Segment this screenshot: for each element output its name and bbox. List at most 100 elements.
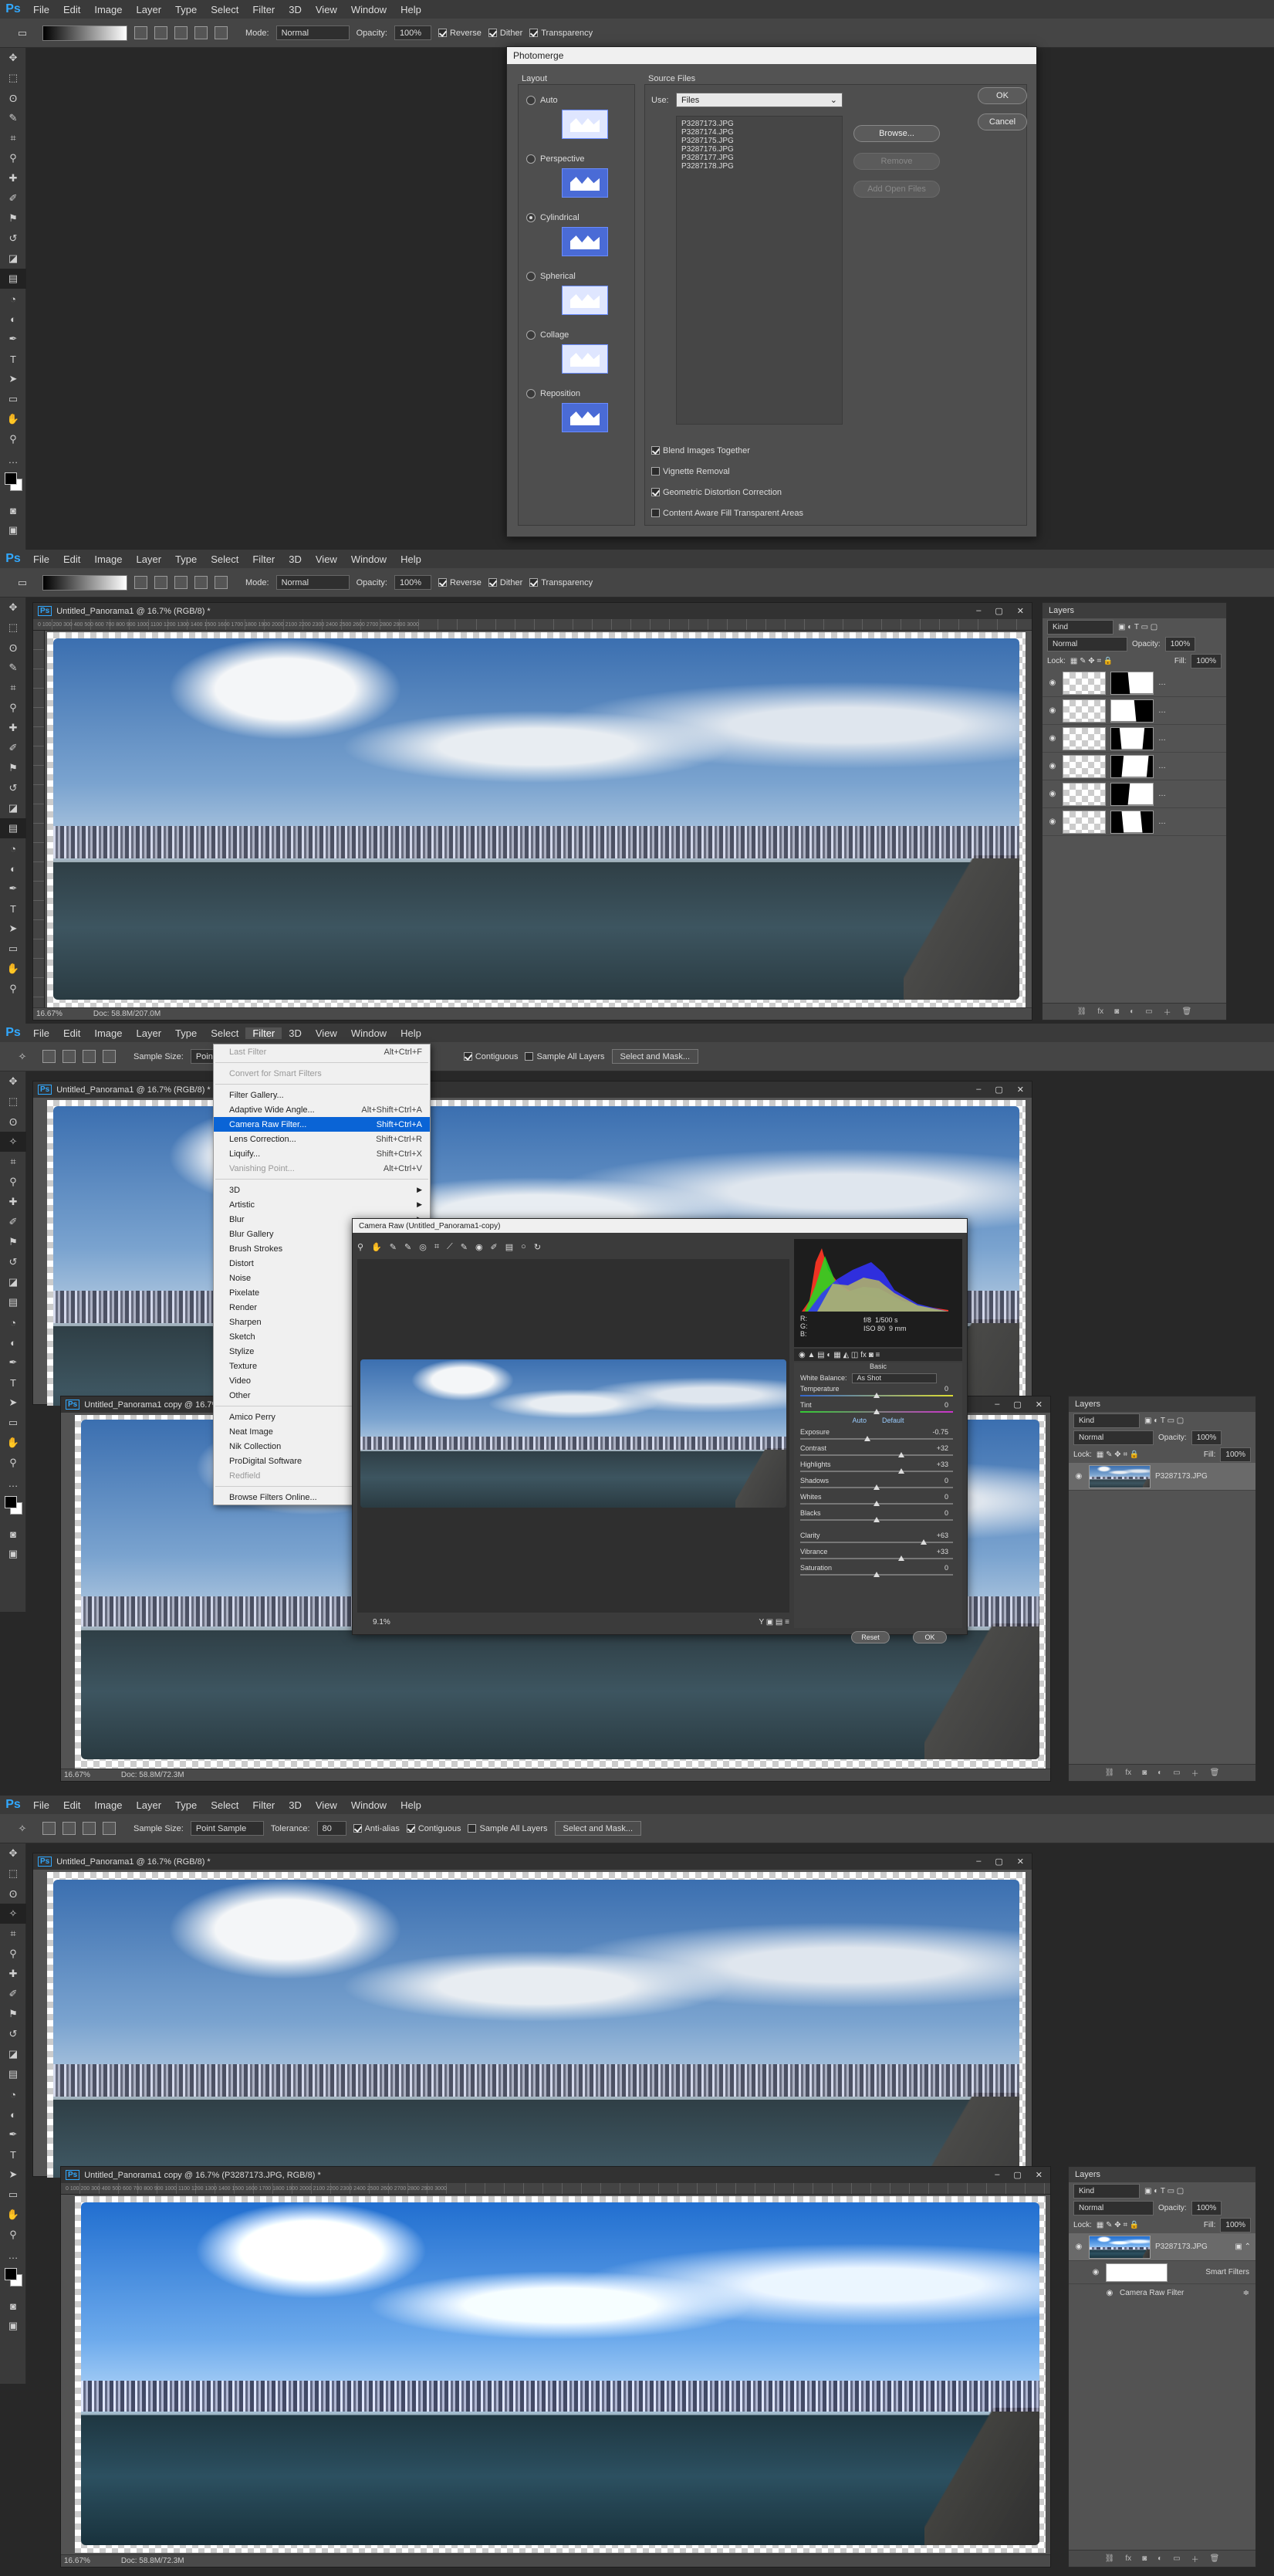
layout-radio[interactable] [526,389,536,399]
hand-icon[interactable]: ✋ [371,1242,382,1252]
color-sampler-icon[interactable]: ✎ [404,1242,411,1252]
link-icon[interactable]: ⛓ [1105,2554,1115,2563]
panorama-canvas[interactable] [47,1872,1026,2178]
new-layer-icon[interactable]: ＋ [1191,2553,1199,2564]
layer-row[interactable]: ◉… [1043,669,1226,697]
stamp-tool-icon[interactable]: ⚑ [0,208,26,228]
remove-button[interactable]: Remove [853,153,940,170]
eye-icon[interactable]: ◉ [1073,2243,1084,2251]
quick-mask-icon[interactable]: ◙ [0,2296,26,2316]
file-item[interactable]: P3287174.JPG [681,128,837,137]
compare-icons[interactable]: Y ▣ ▤ ≡ [759,1618,789,1627]
menu-type[interactable]: Type [168,553,204,565]
transparency-checkbox[interactable]: Transparency [529,29,593,38]
maximize-icon[interactable]: ▢ [995,606,1002,616]
more-icon[interactable]: … [1158,817,1166,826]
maximize-icon[interactable]: ▢ [995,1857,1002,1867]
menu-view[interactable]: View [309,1027,344,1039]
trash-icon[interactable]: 🗑 [1210,2554,1220,2563]
slider-vibrance[interactable]: Vibrance +33 [794,1547,962,1563]
layer-row[interactable]: ◉ P3287173.JPG ▣ ⌃ [1069,2233,1255,2261]
menu-filter[interactable]: Filter [245,4,282,15]
menu-filter[interactable]: Filter [245,1027,282,1039]
add-open-files-button[interactable]: Add Open Files [853,181,940,198]
slider-clarity[interactable]: Clarity +63 [794,1531,962,1547]
stamp-tool-icon[interactable]: ⚑ [0,2004,26,2024]
reflected-gradient-button[interactable] [194,576,208,589]
slider-saturation[interactable]: Saturation 0 [794,1563,962,1579]
move-tool-icon[interactable]: ✥ [0,48,26,68]
dither-checkbox[interactable]: Dither [488,29,522,38]
type-tool-icon[interactable]: T [0,899,26,919]
radial-gradient-button[interactable] [154,26,167,39]
menu-item-adaptive-wide-angle[interactable]: Adaptive Wide Angle... Alt+Shift+Ctrl+A [214,1102,430,1117]
more-icon[interactable]: … [1158,734,1166,743]
magic-wand-tool-icon[interactable]: ✧ [0,1904,26,1924]
path-select-icon[interactable]: ➤ [0,2165,26,2185]
menu-edit[interactable]: Edit [56,1799,87,1811]
group-icon[interactable]: ▭ [1173,1769,1180,1777]
move-tool-icon[interactable]: ✥ [0,1843,26,1863]
menu-help[interactable]: Help [394,553,428,565]
menu-file[interactable]: File [26,1027,56,1039]
lock-icons[interactable]: ▦ ✎ ✥ ⌗ 🔒 [1097,2221,1139,2229]
brush-tool-icon[interactable]: ✐ [0,1984,26,2004]
quick-mask-icon[interactable]: ◙ [0,1524,26,1544]
menu-edit[interactable]: Edit [56,4,87,15]
sample-size-select[interactable]: Point Sample [190,1821,264,1836]
gradient-picker[interactable] [42,25,127,41]
hand-tool-icon[interactable]: ✋ [0,959,26,979]
minimize-icon[interactable]: – [976,606,981,616]
layer-row[interactable]: ◉… [1043,780,1226,808]
file-list[interactable]: P3287173.JPG P3287174.JPG P3287175.JPG P328… [676,116,843,425]
new-selection-button[interactable] [42,1050,56,1063]
slider-knob[interactable] [874,1393,880,1398]
menu-item-filter-gallery[interactable]: Filter Gallery... [214,1088,430,1102]
contiguous-checkbox[interactable]: Contiguous [406,1824,461,1833]
option-checkbox[interactable]: Blend Images Together [651,440,803,461]
layout-reposition-icon[interactable] [562,403,608,433]
intersect-selection-button[interactable] [103,1050,116,1063]
layout-option-cylindrical[interactable]: Cylindrical [519,210,634,269]
menu-image[interactable]: Image [87,4,129,15]
linear-gradient-button[interactable] [134,26,147,39]
eye-icon[interactable]: ◉ [1104,2289,1115,2297]
group-icon[interactable]: ▭ [1145,1007,1152,1016]
layout-cylindrical-icon[interactable] [562,227,608,257]
eyedropper-tool-icon[interactable]: ⚲ [0,698,26,718]
subtract-selection-button[interactable] [83,1050,96,1063]
lasso-tool-icon[interactable]: ʘ [0,1112,26,1132]
panorama-canvas[interactable] [47,632,1026,1007]
gradient-tool-icon[interactable]: ▤ [0,818,26,838]
fx-icon[interactable]: fx [1097,1007,1103,1016]
menu-view[interactable]: View [309,553,344,565]
layer-row[interactable]: ◉… [1043,697,1226,725]
menu-edit[interactable]: Edit [56,1027,87,1039]
file-item[interactable]: P3287173.JPG [681,120,837,128]
menu-layer[interactable]: Layer [130,1799,169,1811]
angle-gradient-button[interactable] [174,576,188,589]
close-icon[interactable]: ✕ [1036,1400,1043,1410]
browse-button[interactable]: Browse... [853,125,940,142]
menu-file[interactable]: File [26,4,56,15]
transparency-checkbox[interactable]: Transparency [529,578,593,587]
marquee-tool-icon[interactable]: ⬚ [0,1092,26,1112]
minimize-icon[interactable]: – [976,1085,981,1095]
white-balance-select[interactable]: As Shot [851,1373,937,1383]
menu-edit[interactable]: Edit [56,553,87,565]
lasso-tool-icon[interactable]: ʘ [0,88,26,108]
new-layer-icon[interactable]: ＋ [1164,1006,1171,1017]
screen-mode-icon[interactable]: ▣ [0,2316,26,2336]
slider-shadows[interactable]: Shadows 0 [794,1476,962,1492]
close-icon[interactable]: ✕ [1017,606,1024,616]
diamond-gradient-button[interactable] [215,26,228,39]
history-brush-icon[interactable]: ↺ [0,1252,26,1272]
menu-item-liquify[interactable]: Liquify... Shift+Ctrl+X [214,1146,430,1161]
kind-select[interactable]: Kind [1047,619,1113,635]
layout-option-spherical[interactable]: Spherical [519,269,634,327]
angle-gradient-button[interactable] [174,26,188,39]
marquee-tool-icon[interactable]: ⬚ [0,1863,26,1884]
type-tool-icon[interactable]: T [0,1373,26,1393]
fill-input[interactable]: 100% [1220,1447,1251,1462]
eraser-tool-icon[interactable]: ◪ [0,798,26,818]
